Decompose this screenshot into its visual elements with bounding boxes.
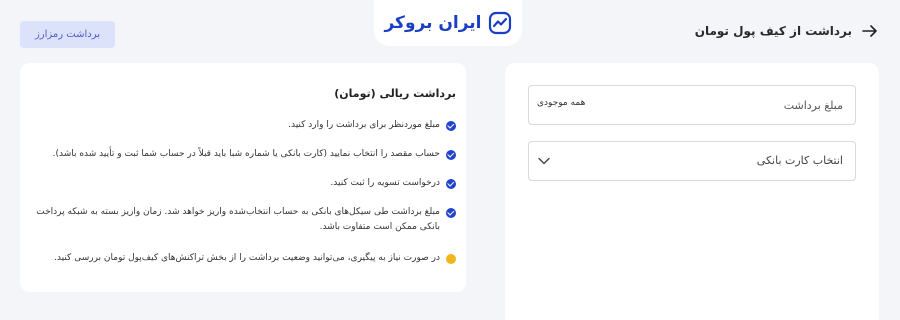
- list-item-text: درخواست تسویه را ثبت کنید.: [330, 178, 440, 188]
- list-item: درخواست تسویه را ثبت کنید.: [32, 176, 456, 191]
- arrow-right-icon: [862, 25, 877, 37]
- list-item: در صورت نیاز به پیگیری، می‌توانید وضعیت …: [32, 251, 456, 266]
- yellow-dot-icon: [446, 253, 456, 264]
- crypto-withdraw-button[interactable]: برداشت رمزارز: [20, 21, 115, 48]
- check-circle-icon: [446, 178, 456, 189]
- amount-field: همه موجودی: [528, 85, 856, 125]
- page-title: برداشت از کیف پول تومان: [694, 24, 852, 38]
- all-balance-button[interactable]: همه موجودی: [537, 98, 585, 108]
- list-item-text: مبلغ برداشت طی سیکل‌های بانکی به حساب ان…: [36, 207, 440, 232]
- check-circle-icon: [446, 207, 456, 218]
- list-item-text: حساب مقصد را انتخاب نمایید (کارت بانکی ی…: [52, 149, 440, 159]
- list-item: مبلغ برداشت طی سیکل‌های بانکی به حساب ان…: [32, 205, 456, 235]
- info-panel: برداشت ریالی (تومان) مبلغ موردنظر برای ب…: [20, 63, 466, 292]
- bank-card-select[interactable]: انتخاب کارت بانکی: [528, 141, 856, 181]
- top-bar: برداشت از کیف پول تومان ایران بروکر بردا…: [0, 0, 900, 56]
- logo-text: ایران بروکر: [384, 13, 482, 33]
- info-list: مبلغ موردنظر برای برداشت را وارد کنید. ح…: [32, 118, 456, 280]
- list-item: حساب مقصد را انتخاب نمایید (کارت بانکی ی…: [32, 147, 456, 162]
- chevron-down-icon: [538, 157, 550, 165]
- info-title: برداشت ریالی (تومان): [334, 87, 456, 100]
- logo[interactable]: ایران بروکر: [374, 0, 522, 46]
- back-link[interactable]: برداشت از کیف پول تومان: [695, 24, 878, 38]
- list-item-text: مبلغ موردنظر برای برداشت را وارد کنید.: [288, 120, 440, 130]
- amount-input[interactable]: [643, 86, 843, 124]
- chart-check-icon: [488, 11, 511, 35]
- withdraw-form: همه موجودی انتخاب کارت بانکی: [505, 63, 879, 320]
- check-circle-icon: [446, 120, 456, 131]
- list-item-text: در صورت نیاز به پیگیری، می‌توانید وضعیت …: [54, 253, 440, 263]
- check-circle-icon: [446, 149, 456, 160]
- bank-card-select-label: انتخاب کارت بانکی: [756, 154, 843, 167]
- list-item: مبلغ موردنظر برای برداشت را وارد کنید.: [32, 118, 456, 133]
